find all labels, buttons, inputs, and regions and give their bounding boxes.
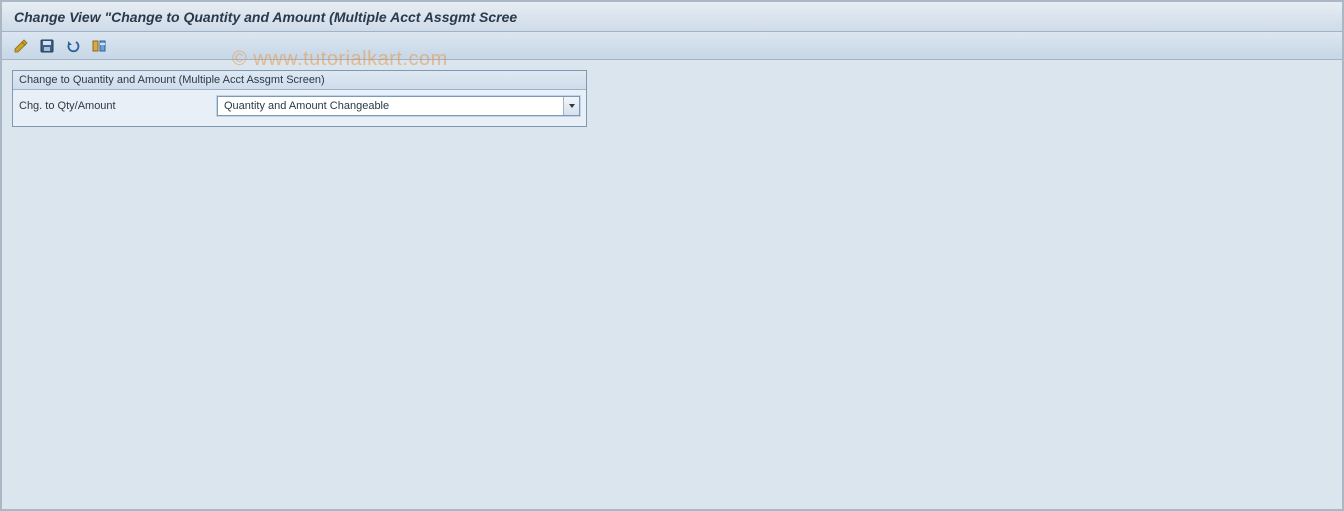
save-icon <box>39 38 55 54</box>
settings-panel: Change to Quantity and Amount (Multiple … <box>12 70 587 127</box>
title-bar: Change View "Change to Quantity and Amou… <box>2 2 1342 32</box>
pencil-icon <box>13 38 29 54</box>
undo-icon <box>65 38 81 54</box>
change-mode-button[interactable] <box>10 36 32 56</box>
toolbar <box>2 32 1342 60</box>
panel-body: Chg. to Qty/Amount Quantity and Amount C… <box>13 90 586 126</box>
page-title: Change View "Change to Quantity and Amou… <box>14 9 517 25</box>
undo-button[interactable] <box>62 36 84 56</box>
qty-amount-dropdown[interactable]: Quantity and Amount Changeable <box>217 96 580 116</box>
dropdown-value: Quantity and Amount Changeable <box>224 100 389 112</box>
transport-button[interactable] <box>88 36 110 56</box>
transport-icon <box>91 38 107 54</box>
panel-title: Change to Quantity and Amount (Multiple … <box>13 71 586 90</box>
content-area: Change to Quantity and Amount (Multiple … <box>2 60 1342 137</box>
chevron-down-icon <box>563 97 579 115</box>
field-row: Chg. to Qty/Amount Quantity and Amount C… <box>19 96 580 116</box>
save-button[interactable] <box>36 36 58 56</box>
field-label: Chg. to Qty/Amount <box>19 100 209 112</box>
